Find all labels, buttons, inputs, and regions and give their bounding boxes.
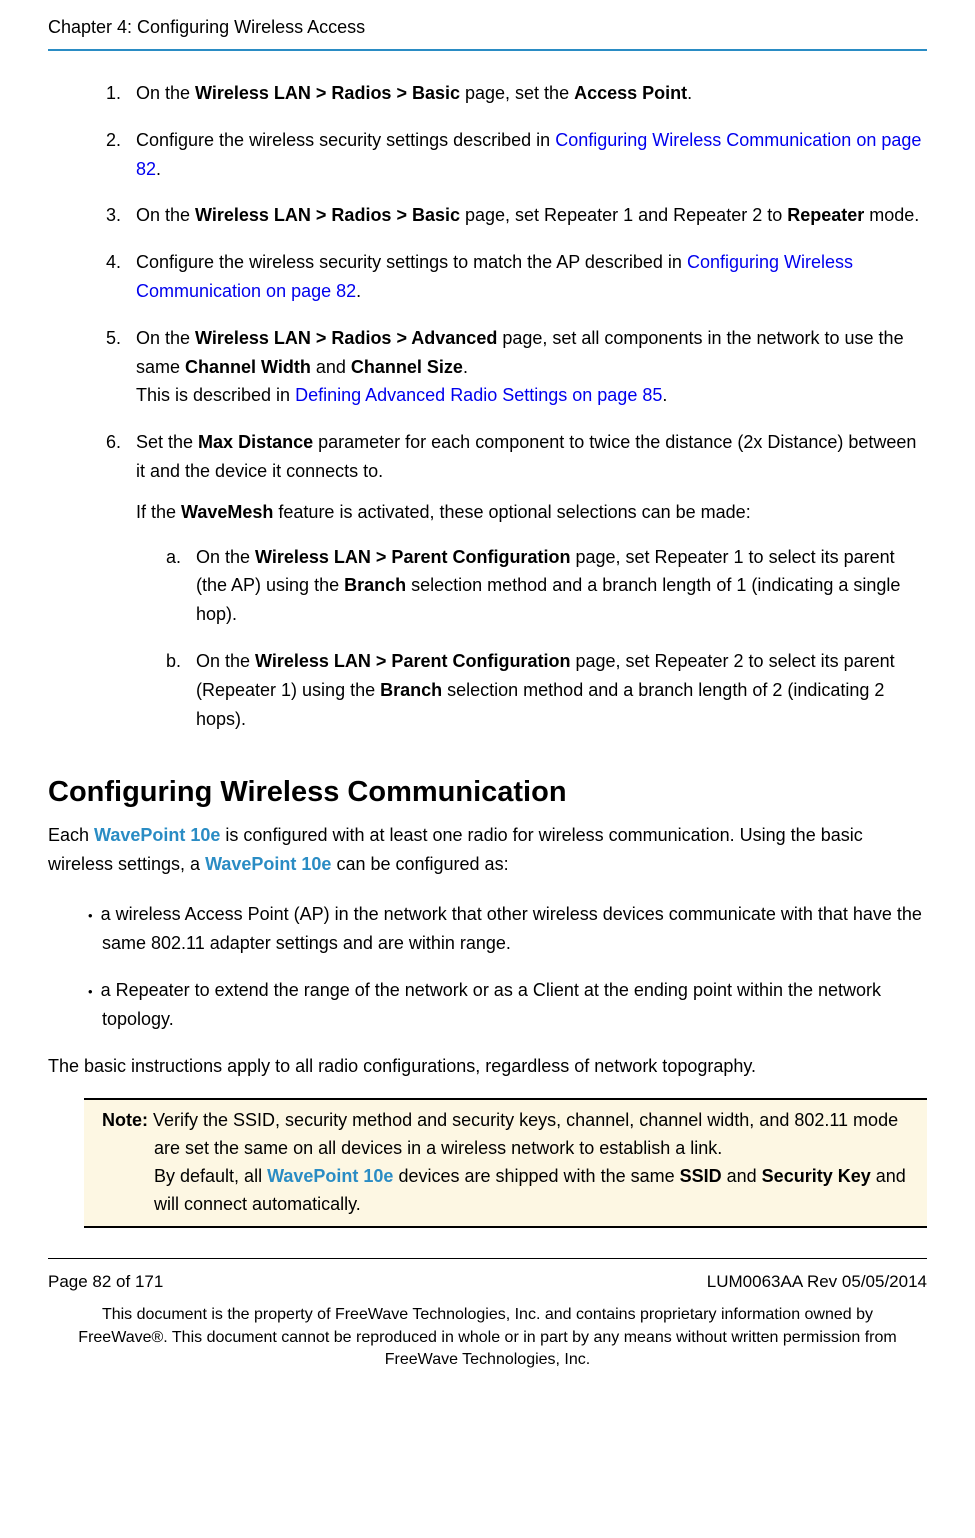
text: mode.: [864, 205, 919, 225]
substep-b: On the Wireless LAN > Parent Configurati…: [186, 647, 927, 733]
note-text: devices are shipped with the same: [393, 1166, 679, 1186]
closing-paragraph: The basic instructions apply to all radi…: [48, 1052, 927, 1081]
bullet-list: a wireless Access Point (AP) in the netw…: [48, 900, 927, 1033]
header-rule: [48, 49, 927, 51]
list-item: a wireless Access Point (AP) in the netw…: [102, 900, 927, 958]
text: .: [463, 357, 468, 377]
path: Wireless LAN > Radios > Advanced: [195, 328, 497, 348]
step-2: Configure the wireless security settings…: [126, 126, 927, 184]
text: If the: [136, 502, 181, 522]
text: Configure the wireless security settings…: [136, 252, 687, 272]
term: WaveMesh: [181, 502, 273, 522]
note-box: Note: Verify the SSID, security method a…: [84, 1098, 927, 1228]
footer-disclaimer: This document is the property of FreeWav…: [48, 1304, 927, 1371]
note-text: Verify the SSID, security method and sec…: [153, 1110, 898, 1158]
text: Each: [48, 825, 94, 845]
text: .: [356, 281, 361, 301]
step-3: On the Wireless LAN > Radios > Basic pag…: [126, 201, 927, 230]
term: Access Point: [574, 83, 687, 103]
term: Security Key: [762, 1166, 871, 1186]
note-text: and: [722, 1166, 762, 1186]
term: Repeater: [787, 205, 864, 225]
text: .: [156, 159, 161, 179]
chapter-header: Chapter 4: Configuring Wireless Access: [48, 0, 927, 49]
text: This is described in: [136, 385, 295, 405]
page-number: Page 82 of 171: [48, 1269, 163, 1295]
text: can be configured as:: [331, 854, 508, 874]
term: Branch: [344, 575, 406, 595]
numbered-steps: On the Wireless LAN > Radios > Basic pag…: [48, 79, 927, 733]
term: Channel Width: [185, 357, 311, 377]
brand-name: WavePoint 10e: [267, 1166, 393, 1186]
path: Wireless LAN > Parent Configuration: [255, 547, 570, 567]
text: Configure the wireless security settings…: [136, 130, 555, 150]
step-1: On the Wireless LAN > Radios > Basic pag…: [126, 79, 927, 108]
text: On the: [136, 83, 195, 103]
link-advanced-radio[interactable]: Defining Advanced Radio Settings on page…: [295, 385, 662, 405]
text: page, set Repeater 1 and Repeater 2 to: [460, 205, 787, 225]
wavemesh-condition: If the WaveMesh feature is activated, th…: [136, 498, 927, 527]
list-item: a Repeater to extend the range of the ne…: [102, 976, 927, 1034]
text: and: [311, 357, 351, 377]
path: Wireless LAN > Radios > Basic: [195, 205, 460, 225]
text: .: [662, 385, 667, 405]
note-label: Note:: [102, 1110, 153, 1130]
text: feature is activated, these optional sel…: [273, 502, 750, 522]
brand-name: WavePoint 10e: [205, 854, 331, 874]
text: On the: [196, 547, 255, 567]
text: On the: [136, 328, 195, 348]
term: Channel Size: [351, 357, 463, 377]
term: Max Distance: [198, 432, 313, 452]
text: page, set the: [460, 83, 574, 103]
sub-steps: On the Wireless LAN > Parent Configurati…: [136, 543, 927, 734]
brand-name: WavePoint 10e: [94, 825, 220, 845]
doc-revision: LUM0063AA Rev 05/05/2014: [707, 1269, 927, 1295]
section-heading: Configuring Wireless Communication: [48, 771, 927, 815]
footer-line: Page 82 of 171 LUM0063AA Rev 05/05/2014: [48, 1269, 927, 1305]
term: Branch: [380, 680, 442, 700]
step-5: On the Wireless LAN > Radios > Advanced …: [126, 324, 927, 410]
intro-paragraph: Each WavePoint 10e is configured with at…: [48, 821, 927, 879]
path: Wireless LAN > Radios > Basic: [195, 83, 460, 103]
step-4: Configure the wireless security settings…: [126, 248, 927, 306]
substep-a: On the Wireless LAN > Parent Configurati…: [186, 543, 927, 629]
footer-rule: [48, 1258, 927, 1259]
note-text: By default, all: [154, 1166, 267, 1186]
text: On the: [196, 651, 255, 671]
path: Wireless LAN > Parent Configuration: [255, 651, 570, 671]
step-6: Set the Max Distance parameter for each …: [126, 428, 927, 733]
text: Set the: [136, 432, 198, 452]
text: On the: [136, 205, 195, 225]
text: .: [687, 83, 692, 103]
term: SSID: [680, 1166, 722, 1186]
